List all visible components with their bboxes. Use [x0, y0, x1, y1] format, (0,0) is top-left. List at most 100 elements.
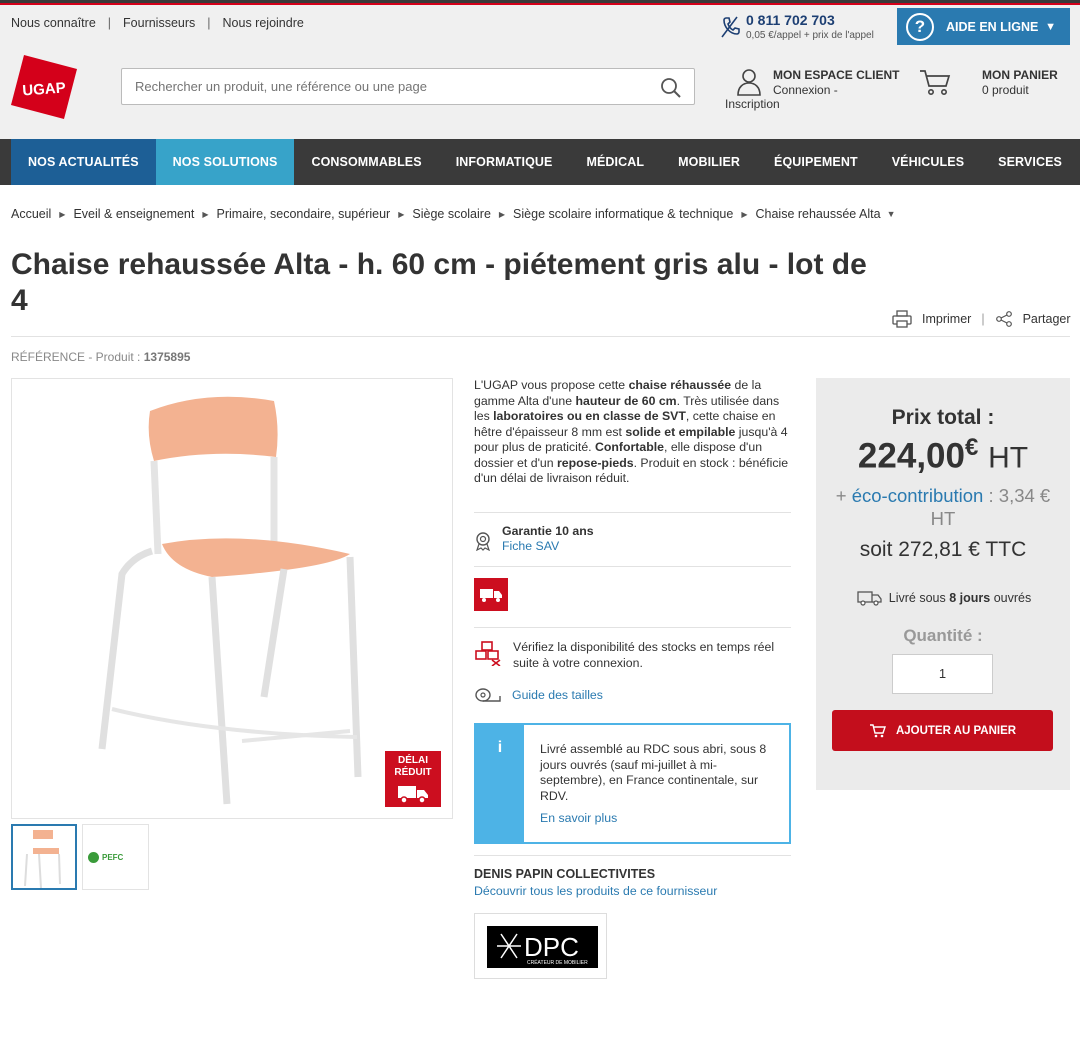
learn-more-link[interactable]: En savoir plus [540, 811, 617, 825]
page-title: Chaise rehaussée Alta - h. 60 cm - piéte… [11, 248, 867, 317]
search-bar [121, 68, 695, 105]
add-to-cart-button[interactable]: AJOUTER AU PANIER [832, 710, 1053, 751]
description-bold: hauteur de 60 cm [575, 393, 677, 408]
search-input[interactable] [122, 69, 642, 104]
top-link-fournisseurs[interactable]: Fournisseurs [123, 16, 195, 30]
nav-equipement[interactable]: ÉQUIPEMENT [757, 139, 875, 185]
nav-vehicules[interactable]: VÉHICULES [875, 139, 981, 185]
help-label: AIDE EN LIGNE [946, 19, 1039, 34]
chevron-right-icon: ▶ [398, 209, 405, 219]
description-bold: laboratoires ou en classe de SVT [493, 409, 686, 423]
chevron-right-icon: ▶ [741, 209, 748, 219]
warranty-badge-icon [476, 532, 490, 551]
tape-measure-icon [475, 688, 501, 702]
badge-line: DÉLAI [398, 755, 428, 766]
delivery-info-text: Livré assemblé au RDC sous abri, sous 8 … [540, 742, 767, 803]
thumbnail-chair[interactable] [11, 824, 77, 890]
main-nav: NOS ACTUALITÉS NOS SOLUTIONS CONSOMMABLE… [0, 139, 1080, 185]
thumbnail-pefc[interactable]: PEFC [82, 824, 149, 890]
top-link-nous-rejoindre[interactable]: Nous rejoindre [223, 16, 304, 30]
price-panel: Prix total : 224,00€ HT + éco-contributi… [816, 378, 1070, 790]
warranty-title: Garantie 10 ans [502, 524, 594, 538]
user-icon [737, 69, 761, 96]
reference-label: RÉFÉRENCE - Produit : [11, 350, 141, 364]
size-guide-link[interactable]: Guide des tailles [474, 687, 603, 703]
quantity-input[interactable]: 1 [892, 654, 993, 694]
search-icon[interactable] [660, 77, 682, 99]
delivery-truck-icon [857, 591, 882, 606]
product-reference: RÉFÉRENCE - Produit : 1375895 [11, 350, 190, 364]
info-icon: i [476, 725, 524, 842]
chevron-down-icon: ▼ [1045, 20, 1056, 33]
stock-note: Vérifiez la disponibilité des stocks en … [474, 640, 783, 671]
phone-contact[interactable]: 0 811 702 703 0,05 €/appel + prix de l'a… [720, 12, 874, 42]
product-description: L'UGAP vous propose cette chaise réhauss… [474, 378, 792, 487]
warranty-block: Garantie 10 ans Fiche SAV [474, 524, 594, 553]
chair-thumbnail-image [24, 830, 61, 889]
description-bold: solide et empilable [625, 424, 736, 439]
pefc-label: PEFC [102, 853, 124, 862]
top-link-nous-connaitre[interactable]: Nous connaître [11, 16, 96, 30]
divider [474, 855, 791, 856]
price-ht: HT [988, 441, 1029, 475]
breadcrumb-item[interactable]: Siège scolaire informatique & technique [513, 207, 733, 221]
print-link[interactable]: Imprimer [922, 312, 971, 326]
delai-reduit-badge: DÉLAI RÉDUIT [385, 751, 441, 807]
price-amount: 224,00€ HT [816, 434, 1070, 477]
account-title: MON ESPACE CLIENT [773, 68, 900, 82]
nav-solutions[interactable]: NOS SOLUTIONS [155, 139, 295, 185]
supplier-name: DENIS PAPIN COLLECTIVITES [474, 867, 656, 881]
share-icon[interactable] [995, 310, 1013, 328]
help-button[interactable]: ? AIDE EN LIGNE ▼ [897, 8, 1070, 45]
eco-contribution-link[interactable]: éco-contribution [852, 485, 984, 506]
cart-icon [869, 724, 886, 738]
supplier-logo[interactable]: DPC CRÉATEUR DE MOBILIER [474, 913, 607, 979]
divider [474, 627, 791, 628]
chevron-right-icon: ▶ [202, 209, 209, 219]
breadcrumb-item[interactable]: Primaire, secondaire, supérieur [217, 207, 391, 221]
phone-icon [721, 16, 740, 38]
account-register: Inscription [725, 97, 780, 111]
svg-text:DPC: DPC [524, 932, 579, 962]
delivery-days: 8 jours [949, 591, 991, 605]
ugap-logo[interactable]: UGAP [10, 53, 78, 121]
breadcrumb-item[interactable]: Eveil & enseignement [73, 207, 194, 221]
price-ttc: soit 272,81 € TTC [859, 538, 1027, 561]
account-login: Connexion - [773, 83, 838, 97]
divider [474, 566, 791, 567]
divider [11, 336, 1070, 337]
nav-medical[interactable]: MÉDICAL [569, 139, 661, 185]
description-bold: Confortable [595, 440, 664, 454]
breadcrumb-item[interactable]: Accueil [11, 207, 51, 221]
question-icon: ? [906, 12, 934, 41]
supplier-products-link[interactable]: Découvrir tous les produits de ce fourni… [474, 884, 717, 898]
description-text: L'UGAP vous propose cette [474, 378, 629, 392]
truck-icon [398, 786, 428, 804]
divider [474, 512, 791, 513]
share-link[interactable]: Partager [1023, 312, 1071, 326]
stock-note-text: Vérifiez la disponibilité des stocks en … [513, 640, 775, 670]
caret-down-icon[interactable]: ▼ [887, 209, 896, 219]
nav-actualites[interactable]: NOS ACTUALITÉS [11, 139, 156, 185]
boxes-icon [475, 641, 501, 666]
delivery-text: ouvrés [993, 591, 1032, 605]
delivery-truck-badge [474, 578, 508, 611]
size-guide-label: Guide des tailles [512, 688, 603, 702]
phone-note: 0,05 €/appel + prix de l'appel [746, 30, 874, 41]
nav-consommables[interactable]: CONSOMMABLES [294, 139, 438, 185]
cart-icon [920, 70, 951, 95]
dpc-logo: DPC CRÉATEUR DE MOBILIER [497, 932, 588, 966]
nav-informatique[interactable]: INFORMATIQUE [439, 139, 570, 185]
breadcrumb-item[interactable]: Siège scolaire [412, 207, 491, 221]
divider: | [207, 16, 211, 30]
breadcrumb-current[interactable]: Chaise rehaussée Alta [755, 207, 880, 221]
warranty-sav-link[interactable]: Fiche SAV [502, 539, 594, 553]
printer-icon[interactable] [892, 310, 912, 328]
phone-number: 0 811 702 703 [746, 12, 835, 28]
price-value: 224,00 [857, 436, 965, 476]
nav-services[interactable]: SERVICES [981, 139, 1079, 185]
nav-mobilier[interactable]: MOBILIER [661, 139, 757, 185]
delivery-text: Livré sous [888, 591, 946, 605]
delivery-estimate: Livré sous 8 jours ouvrés [816, 590, 1070, 606]
reference-value: 1375895 [143, 350, 191, 364]
